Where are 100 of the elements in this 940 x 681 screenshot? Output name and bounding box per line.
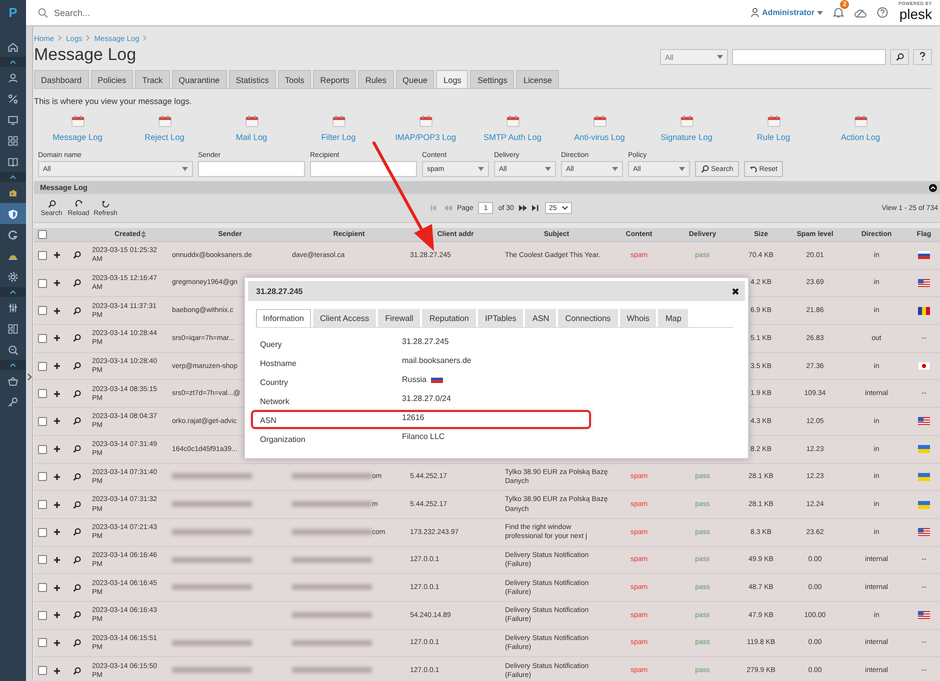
plus-icon[interactable] xyxy=(54,584,60,591)
magnifier-icon[interactable] xyxy=(73,556,81,564)
magnifier-icon[interactable] xyxy=(73,638,81,647)
notifications-bell-icon[interactable] xyxy=(833,7,844,18)
tab[interactable]: Map xyxy=(658,309,688,327)
tab[interactable]: Quarantine xyxy=(172,70,227,88)
plus-icon[interactable] xyxy=(54,446,60,452)
tab[interactable]: Policies xyxy=(90,70,134,88)
row-checkbox[interactable] xyxy=(38,610,47,620)
magnifier-icon[interactable] xyxy=(73,279,81,288)
row-checkbox[interactable] xyxy=(38,334,47,343)
magnifier-icon[interactable] xyxy=(73,445,81,454)
caret-icon xyxy=(679,167,685,171)
calendar-icon xyxy=(70,115,84,127)
magnifier-icon[interactable] xyxy=(73,306,81,315)
magnifier-icon[interactable] xyxy=(73,390,81,398)
row-checkbox[interactable] xyxy=(38,472,47,482)
row-checkbox[interactable] xyxy=(38,666,47,676)
magnifier-icon[interactable] xyxy=(73,584,81,592)
row-checkbox[interactable] xyxy=(38,444,47,454)
cloud-icon[interactable] xyxy=(854,8,868,18)
search-input[interactable]: Search... xyxy=(52,6,740,18)
close-icon[interactable] xyxy=(732,288,739,294)
section-toggle[interactable] xyxy=(0,172,26,182)
plus-icon[interactable] xyxy=(54,335,60,342)
tab[interactable]: License xyxy=(516,70,560,88)
plus-icon[interactable] xyxy=(54,474,60,480)
tab[interactable]: Client Access xyxy=(312,309,376,327)
plus-icon[interactable] xyxy=(54,556,60,563)
tab[interactable]: IPTables xyxy=(478,309,524,327)
tab[interactable]: ASN xyxy=(525,309,556,327)
refresh-icon xyxy=(102,200,110,208)
search-button[interactable] xyxy=(890,49,909,65)
row-checkbox[interactable] xyxy=(38,362,47,371)
plus-icon[interactable] xyxy=(54,502,60,508)
row-checkbox[interactable] xyxy=(38,528,47,537)
plus-icon[interactable] xyxy=(54,640,60,646)
magnifier-icon[interactable] xyxy=(73,334,81,342)
tab[interactable]: Track xyxy=(135,70,170,88)
tab[interactable]: Reputation xyxy=(422,309,476,327)
plus-icon[interactable] xyxy=(54,280,60,286)
input-field[interactable] xyxy=(310,161,417,177)
last-page-icon[interactable] xyxy=(532,205,540,211)
field-value: Russia xyxy=(402,374,426,384)
magnifier-icon[interactable] xyxy=(73,362,81,370)
tab[interactable]: Reports xyxy=(313,70,356,88)
magnifier-icon[interactable] xyxy=(73,611,81,620)
select-all-checkbox[interactable] xyxy=(38,230,47,239)
row-checkbox[interactable] xyxy=(38,278,47,288)
logo-letter[interactable]: P xyxy=(8,4,18,20)
input-field[interactable] xyxy=(732,49,886,65)
plus-icon[interactable] xyxy=(54,418,60,424)
magnifier-icon[interactable] xyxy=(73,417,81,426)
tab[interactable]: Whois xyxy=(620,309,656,327)
plus-icon[interactable] xyxy=(54,390,60,397)
brand-logo: plesk xyxy=(899,6,932,23)
row-checkbox[interactable] xyxy=(38,555,47,564)
field-value: Filanco LLC xyxy=(402,432,445,440)
tab[interactable]: Connections xyxy=(558,309,618,327)
plus-icon[interactable] xyxy=(54,363,60,370)
row-checkbox[interactable] xyxy=(38,250,47,260)
tab[interactable]: Settings xyxy=(470,70,514,88)
row-checkbox[interactable] xyxy=(38,389,47,398)
section-toggle[interactable] xyxy=(0,287,26,297)
collapse-icon[interactable] xyxy=(929,184,937,192)
tab[interactable]: Firewall xyxy=(378,309,420,327)
row-checkbox[interactable] xyxy=(38,306,47,316)
section-toggle[interactable] xyxy=(0,57,26,67)
tab[interactable]: Logs xyxy=(436,70,468,88)
tab[interactable]: Statistics xyxy=(228,70,276,88)
magnifier-icon[interactable] xyxy=(73,472,81,481)
section-toggle[interactable] xyxy=(0,360,26,370)
input-field[interactable] xyxy=(198,161,305,177)
plus-icon[interactable] xyxy=(54,252,60,258)
plus-icon[interactable] xyxy=(54,308,60,314)
tab[interactable]: Queue xyxy=(396,70,434,88)
magnifier-icon[interactable] xyxy=(73,251,81,260)
help-button[interactable] xyxy=(913,49,932,65)
help-icon[interactable] xyxy=(877,7,888,18)
field-label: Query xyxy=(260,340,283,349)
plus-icon[interactable] xyxy=(54,529,60,536)
row-checkbox[interactable] xyxy=(38,500,47,510)
magnifier-icon[interactable] xyxy=(73,500,81,509)
sidebar-item[interactable] xyxy=(0,203,26,224)
plus-icon[interactable] xyxy=(54,612,60,618)
search-icon xyxy=(896,53,904,61)
sort-icon xyxy=(140,231,146,238)
tab[interactable]: Information xyxy=(256,309,311,327)
expand-handle-icon[interactable] xyxy=(26,373,32,381)
tab[interactable]: Dashboard xyxy=(34,70,89,88)
tab[interactable]: Tools xyxy=(278,70,312,88)
user-menu[interactable]: Administrator xyxy=(751,8,824,17)
next-page-icon[interactable] xyxy=(518,205,527,211)
magnifier-icon[interactable] xyxy=(73,666,81,675)
tab[interactable]: Rules xyxy=(358,70,394,88)
magnifier-icon[interactable] xyxy=(73,528,81,536)
row-checkbox[interactable] xyxy=(38,416,47,426)
plus-icon[interactable] xyxy=(54,668,60,674)
row-checkbox[interactable] xyxy=(38,583,47,592)
row-checkbox[interactable] xyxy=(38,638,47,648)
